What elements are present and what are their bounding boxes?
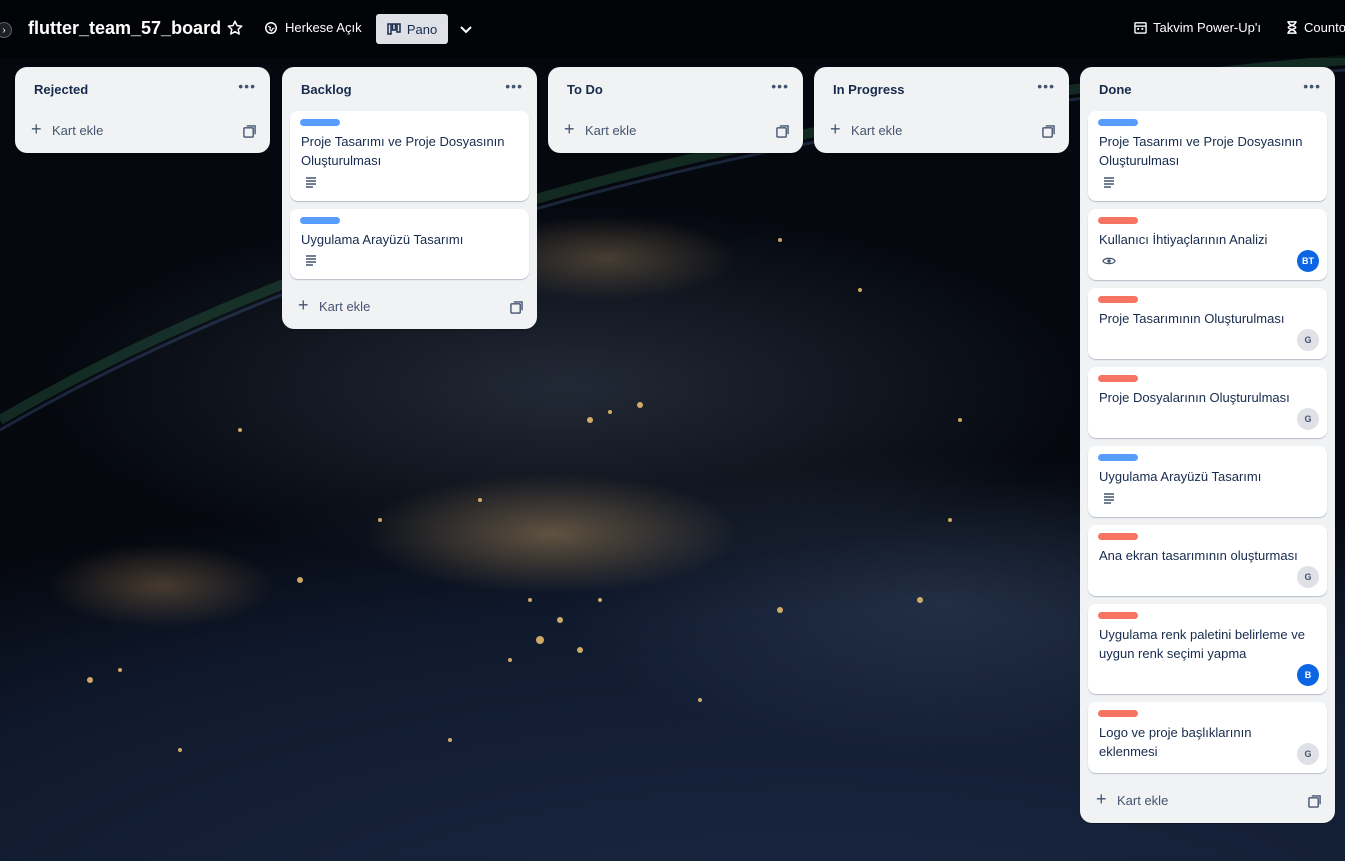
card[interactable]: Uygulama Arayüzü Tasarımı [1088, 446, 1327, 517]
add-card-button[interactable]: + Kart ekle [1080, 781, 1335, 823]
chevron-right-icon: › [2, 24, 6, 36]
visibility-label: Herkese Açık [285, 20, 362, 35]
list-title[interactable]: Done [1099, 82, 1132, 97]
card[interactable]: Proje Dosyalarının Oluşturulması G [1088, 367, 1327, 438]
card[interactable]: Proje Tasarımının Oluşturulması G [1088, 288, 1327, 359]
hourglass-icon [1287, 21, 1297, 34]
list-in-progress: In Progress ••• + Kart ekle [814, 67, 1069, 153]
card[interactable]: Uygulama renk paletini belirleme ve uygu… [1088, 604, 1327, 694]
list-title[interactable]: Backlog [301, 82, 352, 97]
card-title: Proje Tasarımının Oluşturulması [1099, 311, 1285, 326]
list-done: Done ••• Proje Tasarımı ve Proje Dosyası… [1080, 67, 1335, 823]
card-label-red[interactable] [1098, 612, 1138, 619]
add-card-label: Kart ekle [851, 123, 903, 138]
template-icon[interactable] [776, 125, 789, 138]
card-title: Proje Tasarımı ve Proje Dosyasının Oluşt… [1099, 134, 1303, 168]
plus-icon: + [830, 119, 841, 139]
counto-powerup-label: Counto [1304, 20, 1345, 35]
add-card-button[interactable]: + Kart ekle [814, 111, 1069, 153]
avatar[interactable]: G [1297, 408, 1319, 430]
card-title: Proje Dosyalarının Oluşturulması [1099, 390, 1290, 405]
list-menu-icon[interactable]: ••• [238, 78, 256, 94]
plus-icon: + [298, 295, 309, 315]
add-card-label: Kart ekle [1117, 793, 1169, 808]
card[interactable]: Proje Tasarımı ve Proje Dosyasının Oluşt… [1088, 111, 1327, 201]
star-icon[interactable] [226, 19, 244, 37]
template-icon[interactable] [243, 125, 256, 138]
avatar[interactable]: B [1297, 664, 1319, 686]
card-label-blue[interactable] [1098, 454, 1138, 461]
list-rejected: Rejected ••• + Kart ekle [15, 67, 270, 153]
card-label-red[interactable] [1098, 375, 1138, 382]
card-label-red[interactable] [1098, 710, 1138, 717]
board-title[interactable]: flutter_team_57_board [28, 18, 221, 39]
list-menu-icon[interactable]: ••• [1037, 78, 1055, 94]
card-label-blue[interactable] [300, 119, 340, 126]
sidebar-expand-button[interactable]: › [0, 22, 12, 38]
description-icon [306, 177, 316, 188]
card-title: Uygulama renk paletini belirleme ve uygu… [1099, 627, 1305, 661]
list-to-do: To Do ••• + Kart ekle [548, 67, 803, 153]
add-card-label: Kart ekle [52, 123, 104, 138]
board-view-label: Pano [406, 21, 438, 37]
calendar-powerup-button[interactable]: Takvim Power-Up'ı [1134, 20, 1261, 35]
add-card-button[interactable]: + Kart ekle [15, 111, 270, 153]
list-title[interactable]: In Progress [833, 82, 905, 97]
card-title: Ana ekran tasarımının oluşturması [1099, 548, 1298, 563]
template-icon[interactable] [1308, 795, 1321, 808]
add-card-button[interactable]: + Kart ekle [548, 111, 803, 153]
list-header: In Progress ••• [814, 67, 1069, 111]
globe-icon [265, 21, 277, 34]
list-header: To Do ••• [548, 67, 803, 111]
list-header: Backlog ••• [282, 67, 537, 111]
card-label-blue[interactable] [1098, 119, 1138, 126]
description-icon [1104, 493, 1114, 504]
card-title: Logo ve proje başlıklarının eklenmesi [1099, 725, 1252, 759]
board-header: › flutter_team_57_board Herkese Açık Pan… [0, 0, 1345, 58]
description-icon [306, 255, 316, 266]
add-card-button[interactable]: + Kart ekle [282, 287, 537, 329]
avatar[interactable]: G [1297, 329, 1319, 351]
description-icon [1104, 177, 1114, 188]
template-icon[interactable] [510, 301, 523, 314]
avatar[interactable]: BT [1297, 250, 1319, 272]
card[interactable]: Uygulama Arayüzü Tasarımı [290, 209, 529, 279]
list-menu-icon[interactable]: ••• [505, 78, 523, 94]
card[interactable]: Proje Tasarımı ve Proje Dosyasının Oluşt… [290, 111, 529, 201]
add-card-label: Kart ekle [319, 299, 371, 314]
card[interactable]: Ana ekran tasarımının oluşturması G [1088, 525, 1327, 596]
add-card-label: Kart ekle [585, 123, 637, 138]
card[interactable]: Kullanıcı İhtiyaçlarının Analizi BT [1088, 209, 1327, 280]
plus-icon: + [564, 119, 575, 139]
board-view-button[interactable]: Pano [376, 14, 448, 44]
list-backlog: Backlog ••• Proje Tasarımı ve Proje Dosy… [282, 67, 537, 329]
plus-icon: + [31, 119, 42, 139]
card-label-red[interactable] [1098, 533, 1138, 540]
card-title: Uygulama Arayüzü Tasarımı [1099, 469, 1262, 484]
card-label-red[interactable] [1098, 296, 1138, 303]
calendar-icon [1134, 22, 1147, 34]
card[interactable]: Logo ve proje başlıklarının eklenmesi G [1088, 702, 1327, 773]
card-title: Proje Tasarımı ve Proje Dosyasının Oluşt… [301, 134, 505, 168]
card-title: Kullanıcı İhtiyaçlarının Analizi [1099, 232, 1268, 247]
avatar[interactable]: G [1297, 566, 1319, 588]
card-title: Uygulama Arayüzü Tasarımı [301, 232, 464, 247]
plus-icon: + [1096, 789, 1107, 809]
list-menu-icon[interactable]: ••• [1303, 78, 1321, 94]
visibility-button[interactable]: Herkese Açık [264, 20, 362, 35]
list-header: Rejected ••• [15, 67, 270, 111]
counto-powerup-button[interactable]: Counto [1286, 20, 1345, 35]
avatar[interactable]: G [1297, 743, 1319, 765]
card-label-blue[interactable] [300, 217, 340, 224]
list-title[interactable]: To Do [567, 82, 603, 97]
list-title[interactable]: Rejected [34, 82, 88, 97]
list-header: Done ••• [1080, 67, 1335, 111]
calendar-powerup-label: Takvim Power-Up'ı [1153, 20, 1261, 35]
eye-icon [1102, 257, 1116, 265]
list-menu-icon[interactable]: ••• [771, 78, 789, 94]
template-icon[interactable] [1042, 125, 1055, 138]
card-label-red[interactable] [1098, 217, 1138, 224]
board-view-icon [387, 23, 401, 35]
chevron-down-icon[interactable] [458, 21, 474, 37]
